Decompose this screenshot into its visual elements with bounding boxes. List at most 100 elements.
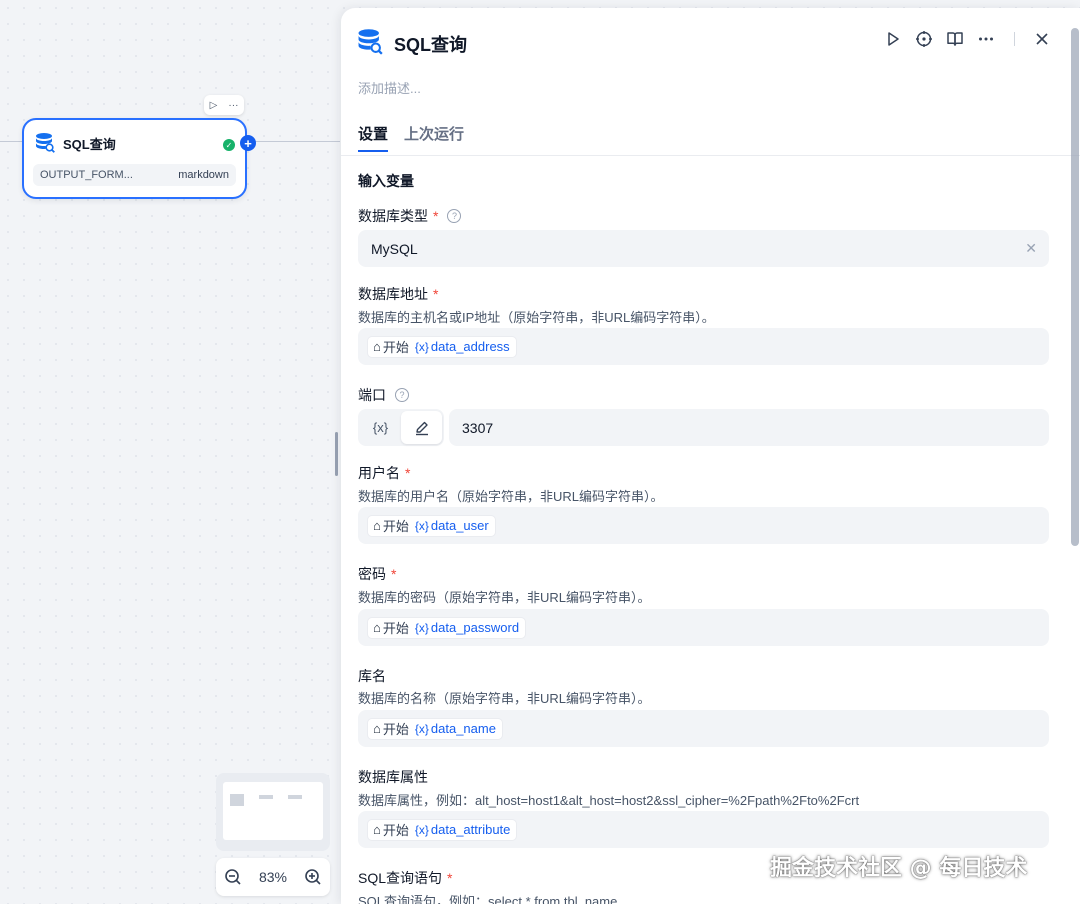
sql-description: SQL查询语句，例如：select * from tbl_name bbox=[358, 894, 618, 904]
db-props-description: 数据库属性，例如：alt_host=host1&alt_host=host2&s… bbox=[358, 793, 860, 808]
db-type-value: MySQL bbox=[371, 240, 418, 257]
username-label-text: 用户名 bbox=[358, 465, 400, 481]
book-icon[interactable] bbox=[946, 30, 964, 48]
variable-mode-button[interactable]: {x} bbox=[360, 411, 401, 444]
section-input-variables: 输入变量 bbox=[358, 173, 414, 189]
chip-variable-name: data_password bbox=[430, 620, 520, 635]
db-props-input[interactable]: ⌂ 开始 {x} data_attribute bbox=[358, 811, 1049, 848]
password-label-text: 密码 bbox=[358, 566, 386, 582]
add-next-node-icon[interactable]: + bbox=[240, 135, 256, 151]
minimap-node bbox=[230, 794, 244, 806]
minimap[interactable] bbox=[216, 773, 330, 851]
password-label: 密码 * bbox=[358, 564, 396, 584]
port-label: 端口 ? bbox=[358, 385, 409, 405]
home-icon: ⌂ bbox=[373, 822, 381, 837]
required-mark: * bbox=[433, 286, 439, 302]
db-type-select[interactable]: MySQL ✕ bbox=[358, 230, 1049, 267]
output-variable-name: OUTPUT_FORM... bbox=[40, 169, 133, 181]
minimap-node bbox=[288, 795, 302, 799]
panel-header: SQL查询 bbox=[341, 8, 1080, 70]
required-mark: * bbox=[447, 870, 453, 886]
panel-resize-handle[interactable] bbox=[335, 432, 338, 476]
variable-chip[interactable]: ⌂ 开始 {x} data_password bbox=[367, 616, 527, 639]
more-icon[interactable] bbox=[977, 30, 995, 48]
zoom-controls: 83% bbox=[216, 858, 330, 896]
clear-icon[interactable]: ✕ bbox=[1025, 240, 1037, 257]
home-icon: ⌂ bbox=[373, 518, 381, 533]
success-check-icon: ✓ bbox=[223, 139, 235, 151]
username-description: 数据库的用户名（原始字符串，非URL编码字符串）。 bbox=[358, 489, 664, 504]
variable-chip[interactable]: ⌂ 开始 {x} data_user bbox=[367, 514, 496, 537]
watermark: 掘金技术社区 @ 每日技术 bbox=[770, 856, 1028, 881]
password-input[interactable]: ⌂ 开始 {x} data_password bbox=[358, 609, 1049, 646]
chip-variable-name: data_user bbox=[430, 518, 489, 533]
variable-icon: {x} bbox=[414, 339, 429, 354]
tab-settings[interactable]: 设置 bbox=[358, 123, 389, 152]
more-icon[interactable]: ··· bbox=[228, 100, 238, 111]
chip-node-name: 开始 bbox=[382, 621, 409, 636]
description-input[interactable]: 添加描述... bbox=[358, 78, 421, 97]
node-settings-panel: SQL查询 添加描述... 设置 上次运行 输入变量 数据库类型 * ? MyS… bbox=[341, 8, 1080, 904]
sql-node[interactable]: SQL查询 ✓ + OUTPUT_FORM... markdown bbox=[22, 118, 256, 199]
run-node-icon[interactable]: ▷ bbox=[210, 100, 218, 111]
variable-chip[interactable]: ⌂ 开始 {x} data_name bbox=[367, 717, 503, 740]
variable-chip[interactable]: ⌂ 开始 {x} data_attribute bbox=[367, 818, 518, 841]
edge-left bbox=[0, 141, 22, 142]
database-search-icon bbox=[36, 133, 55, 153]
db-name-input[interactable]: ⌂ 开始 {x} data_name bbox=[358, 710, 1049, 747]
chip-node-name: 开始 bbox=[382, 722, 409, 737]
variable-icon: {x} bbox=[414, 721, 429, 736]
tab-last-run[interactable]: 上次运行 bbox=[404, 123, 464, 152]
chip-node-name: 开始 bbox=[382, 340, 409, 355]
db-address-label-text: 数据库地址 bbox=[358, 286, 428, 302]
db-type-label: 数据库类型 * ? bbox=[358, 206, 462, 226]
zoom-in-icon[interactable] bbox=[304, 868, 322, 886]
help-icon[interactable]: ? bbox=[447, 209, 462, 223]
port-label-text: 端口 bbox=[358, 387, 386, 403]
edge-right bbox=[247, 141, 340, 142]
home-icon: ⌂ bbox=[373, 620, 381, 635]
node-title: SQL查询 bbox=[63, 136, 116, 152]
header-divider bbox=[1014, 32, 1015, 46]
password-description: 数据库的密码（原始字符串，非URL编码字符串）。 bbox=[358, 590, 651, 605]
panel-tabs: 设置 上次运行 bbox=[358, 123, 464, 152]
port-input[interactable]: 3307 bbox=[449, 409, 1049, 446]
minimap-viewport bbox=[223, 782, 323, 840]
sql-label-text: SQL查询语句 bbox=[358, 870, 443, 886]
run-icon[interactable] bbox=[884, 30, 902, 48]
db-props-label-text: 数据库属性 bbox=[358, 769, 428, 785]
variable-icon: {x} bbox=[414, 518, 429, 533]
canvas[interactable]: ▷ ··· SQL查询 ✓ + OUTPUT_FORM... markdown bbox=[0, 0, 340, 904]
db-address-input[interactable]: ⌂ 开始 {x} data_address bbox=[358, 328, 1049, 365]
constant-mode-button[interactable] bbox=[401, 411, 442, 444]
locate-icon[interactable] bbox=[915, 30, 933, 48]
database-search-icon bbox=[358, 29, 383, 55]
panel-title[interactable]: SQL查询 bbox=[394, 31, 467, 57]
username-input[interactable]: ⌂ 开始 {x} data_user bbox=[358, 507, 1049, 544]
tab-divider bbox=[341, 155, 1080, 156]
node-output-variable: OUTPUT_FORM... markdown bbox=[33, 164, 236, 186]
node-header: SQL查询 bbox=[24, 120, 245, 156]
db-name-description: 数据库的名称（原始字符串，非URL编码字符串）。 bbox=[358, 691, 651, 706]
db-name-label: 库名 bbox=[358, 666, 386, 686]
scrollbar[interactable] bbox=[1071, 28, 1079, 546]
port-mode-toggle: {x} bbox=[358, 409, 444, 446]
help-icon[interactable]: ? bbox=[395, 388, 409, 402]
db-props-label: 数据库属性 bbox=[358, 767, 428, 787]
chip-variable-name: data_attribute bbox=[430, 822, 511, 837]
home-icon: ⌂ bbox=[373, 339, 381, 354]
close-icon[interactable] bbox=[1034, 31, 1050, 47]
db-name-label-text: 库名 bbox=[358, 668, 386, 684]
variable-icon: {x} bbox=[414, 620, 429, 635]
required-mark: * bbox=[433, 208, 439, 224]
chip-node-name: 开始 bbox=[382, 519, 409, 534]
pencil-icon bbox=[415, 421, 428, 435]
db-type-label-text: 数据库类型 bbox=[358, 208, 428, 224]
db-address-description: 数据库的主机名或IP地址（原始字符串，非URL编码字符串）。 bbox=[358, 310, 715, 325]
variable-chip[interactable]: ⌂ 开始 {x} data_address bbox=[367, 335, 517, 358]
zoom-out-icon[interactable] bbox=[224, 868, 242, 886]
zoom-level[interactable]: 83% bbox=[259, 869, 287, 885]
sql-label: SQL查询语句 * bbox=[358, 868, 452, 888]
chip-node-name: 开始 bbox=[382, 823, 409, 838]
db-address-label: 数据库地址 * bbox=[358, 284, 438, 304]
